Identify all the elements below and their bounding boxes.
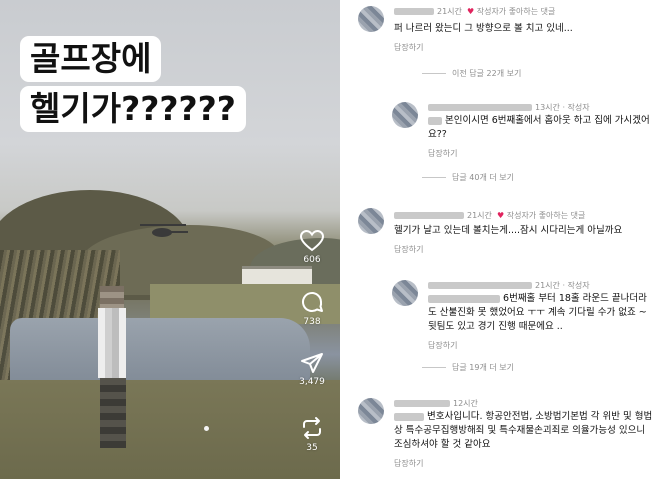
comment-meta: 13시간 · 작성자 xyxy=(428,102,590,113)
comment-text: 헬기가 날고 있는데 볼치는게....잠시 시다리는게 아닐까요 xyxy=(394,225,623,236)
blurred-username[interactable] xyxy=(394,400,450,407)
avatar[interactable] xyxy=(392,102,418,128)
grass-bank xyxy=(0,380,340,479)
helicopter-rotor xyxy=(140,224,186,226)
creator-liked-badge: 작성자가 좋아하는 댓글 xyxy=(476,7,556,16)
reply-button[interactable]: 답장하기 xyxy=(394,42,423,53)
view-replies-link[interactable]: 이전 답글 22개 보기 xyxy=(422,68,521,79)
avatar[interactable] xyxy=(392,280,418,306)
send-icon xyxy=(301,353,323,373)
blurred-face xyxy=(100,286,124,310)
caption-line-1: 골프장에 xyxy=(20,36,162,82)
clubhouse-building xyxy=(242,266,312,284)
reply-button[interactable]: 답장하기 xyxy=(394,244,423,255)
heart-filled-icon: ♥ xyxy=(467,7,475,16)
comment-time: 13시간 · 작성자 xyxy=(535,103,590,112)
reply-button[interactable]: 답장하기 xyxy=(428,148,457,159)
comment-count: 738 xyxy=(303,317,321,327)
blurred-username[interactable] xyxy=(394,8,434,15)
avatar[interactable] xyxy=(358,398,384,424)
reply-comment: 13시간 · 작성자 본인이시면 6번째홀에서 홈아웃 하고 집에 가시겠어요?… xyxy=(350,96,658,186)
comment-time: 21시간 xyxy=(437,7,462,16)
caption-line-2: 헬기가?????? xyxy=(20,86,246,132)
comment: 21시간 ♥ 작성자가 좋아하는 댓글 퍼 나르러 왔는디 그 방향으로 볼 치… xyxy=(350,0,658,90)
reply-comment: 21시간 · 작성자 6번째홀 부터 18홀 라운드 끝나더라도 산불진화 못 … xyxy=(350,276,658,376)
comment-text: 본인이시면 6번째홀에서 홈아웃 하고 집에 가시겠어요?? xyxy=(428,115,650,140)
helicopter xyxy=(152,228,172,237)
comment-text: 변호사입니다. 항공안전법, 소방법기본법 각 위반 및 형법상 특수공무집행방… xyxy=(394,411,653,450)
comment-text: 6번째홀 부터 18홀 라운드 끝나더라도 산불진화 못 했었어요 ㅜㅜ 계속 … xyxy=(428,293,647,332)
comment: 12시간 변호사입니다. 항공안전법, 소방법기본법 각 위반 및 형법상 특수… xyxy=(350,394,658,479)
comment-meta: 12시간 xyxy=(394,398,478,409)
helicopter-tail xyxy=(170,231,188,233)
golfer-torso xyxy=(98,308,126,378)
comment-text: 퍼 나르러 왔는디 그 방향으로 볼 치고 있네... xyxy=(394,23,573,34)
comment-time: 21시간 · 작성자 xyxy=(535,281,590,290)
blurred-golfer xyxy=(92,286,134,450)
view-replies-link[interactable]: 답글 40개 더 보기 xyxy=(422,172,514,183)
comment-thread: 21시간 ♥ 작성자가 좋아하는 댓글 퍼 나르러 왔는디 그 방향으로 볼 치… xyxy=(350,0,658,479)
reply-button[interactable]: 답장하기 xyxy=(394,458,423,469)
blurred-username[interactable] xyxy=(394,212,464,219)
creator-liked-badge: 작성자가 좋아하는 댓글 xyxy=(506,211,586,220)
share-count: 3,479 xyxy=(299,377,325,387)
comment-meta: 21시간 ♥ 작성자가 좋아하는 댓글 xyxy=(394,210,585,221)
reply-button[interactable]: 답장하기 xyxy=(428,340,457,351)
avatar[interactable] xyxy=(358,208,384,234)
video-player[interactable]: 골프장에 헬기가?????? 606 738 3,479 35 xyxy=(0,0,340,479)
remix-icon xyxy=(303,417,321,439)
video-caption-overlay: 골프장에 헬기가?????? xyxy=(20,36,246,136)
comment-bubble-icon xyxy=(302,292,323,312)
comment-time: 21시간 xyxy=(467,211,492,220)
heart-outline-icon xyxy=(300,230,324,252)
blurred-username[interactable] xyxy=(428,104,532,111)
blurred-username[interactable] xyxy=(428,282,532,289)
comment-meta: 21시간 · 작성자 xyxy=(428,280,590,291)
remix-count: 35 xyxy=(306,443,318,453)
remix-button[interactable]: 35 xyxy=(294,416,330,453)
golf-ball xyxy=(204,426,209,431)
share-button[interactable]: 3,479 xyxy=(294,352,330,387)
comment-button[interactable]: 738 xyxy=(294,290,330,327)
comment-time: 12시간 xyxy=(453,399,478,408)
heart-filled-icon: ♥ xyxy=(497,211,505,220)
view-replies-link[interactable]: 답글 19개 더 보기 xyxy=(422,362,514,373)
like-button[interactable]: 606 xyxy=(294,230,330,265)
like-count: 606 xyxy=(303,255,321,265)
comment: 21시간 ♥ 작성자가 좋아하는 댓글 헬기가 날고 있는데 볼치는게....잠… xyxy=(350,204,658,264)
comment-meta: 21시간 ♥ 작성자가 좋아하는 댓글 xyxy=(394,6,555,17)
avatar[interactable] xyxy=(358,6,384,32)
golfer-legs xyxy=(100,378,126,448)
